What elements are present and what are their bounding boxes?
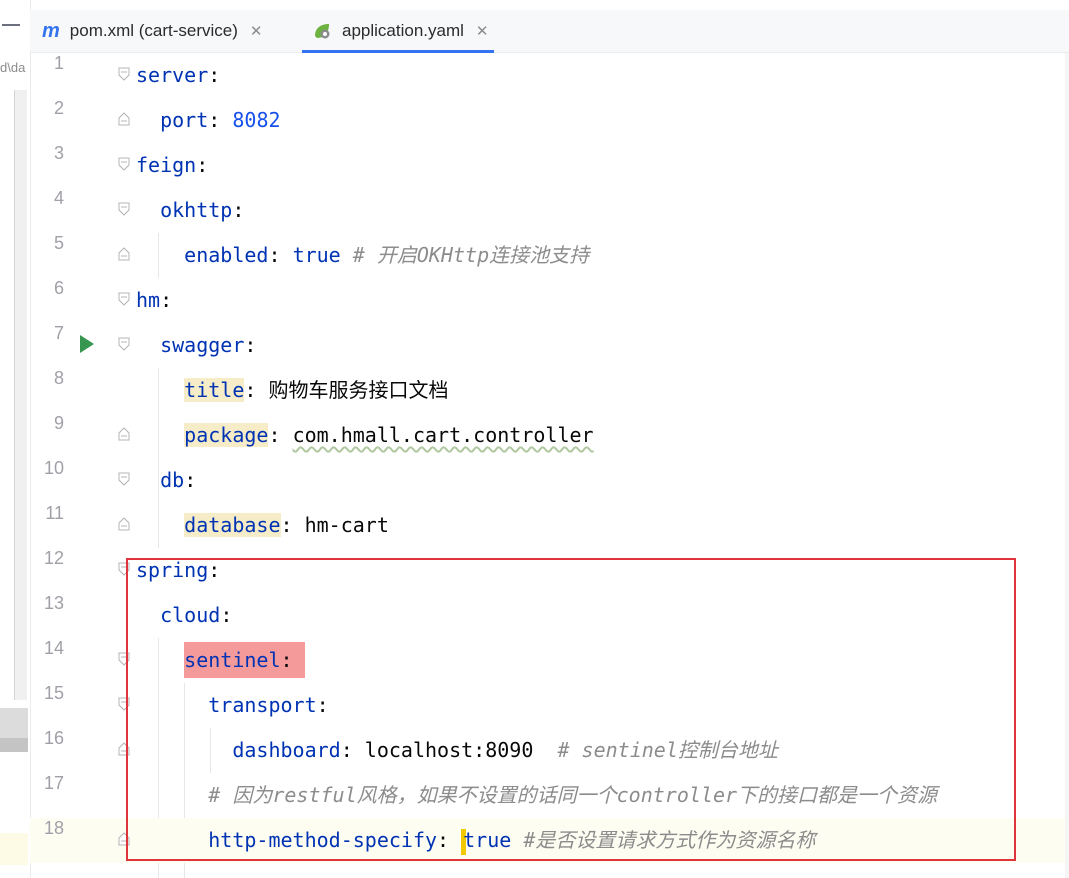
tab-label: pom.xml (cart-service) bbox=[69, 21, 238, 40]
line-number: 4 bbox=[53, 188, 64, 208]
code-line[interactable]: 17 # 因为restful风格，如果不设置的话同一个controller下的接… bbox=[30, 773, 1069, 818]
yaml-key: enabled bbox=[184, 243, 269, 267]
line-number: 15 bbox=[43, 683, 64, 703]
line-number: 14 bbox=[43, 638, 64, 658]
tab-label: application.yaml bbox=[342, 21, 464, 40]
tab-application-yaml[interactable]: application.yaml ✕ bbox=[301, 10, 495, 53]
code-line[interactable]: 3 feign: bbox=[30, 143, 1069, 188]
line-number: 7 bbox=[53, 323, 64, 343]
yaml-value: true bbox=[292, 243, 341, 267]
close-icon[interactable]: ✕ bbox=[476, 22, 489, 40]
line-number: 1 bbox=[53, 53, 64, 73]
code-line[interactable]: 16 dashboard: localhost:8090 # sentinel控… bbox=[30, 728, 1069, 773]
yaml-key: db bbox=[160, 468, 185, 492]
tree-selection-handle[interactable] bbox=[0, 738, 28, 752]
code-line[interactable]: 13 cloud: bbox=[30, 593, 1069, 638]
code-line[interactable]: 11 database: hm-cart bbox=[30, 503, 1069, 548]
yaml-key: swagger bbox=[160, 333, 245, 357]
yaml-value: 8082 bbox=[232, 108, 281, 132]
yaml-comment: # 开启OKHttp连接池支持 bbox=[352, 243, 590, 267]
sentinel-highlight: sentinel: bbox=[184, 642, 305, 678]
fold-open-icon[interactable] bbox=[118, 292, 130, 306]
code-line[interactable]: 10 db: bbox=[30, 458, 1069, 503]
code-line[interactable]: 9 package: com.hmall.cart.controller bbox=[30, 413, 1069, 458]
fold-open-icon[interactable] bbox=[118, 562, 130, 576]
line-number: 5 bbox=[53, 233, 64, 253]
yaml-value: com.hmall.cart.controller bbox=[292, 423, 594, 447]
yaml-key: port bbox=[160, 108, 209, 132]
line-number: 8 bbox=[53, 368, 64, 388]
yaml-key: database bbox=[184, 513, 281, 537]
yaml-key: spring bbox=[136, 558, 209, 582]
code-line[interactable]: 14 sentinel: bbox=[30, 638, 1069, 683]
yaml-value: hm-cart bbox=[304, 513, 389, 537]
yaml-key: cloud bbox=[160, 603, 221, 627]
project-panel-edge: d\da bbox=[0, 0, 31, 878]
spring-leaf-icon bbox=[315, 24, 330, 39]
yaml-value: 购物车服务接口文档 bbox=[268, 378, 449, 402]
line-number: 18 bbox=[43, 818, 64, 838]
line-number: 13 bbox=[43, 593, 64, 613]
yaml-key: dashboard bbox=[232, 738, 341, 762]
yaml-value: localhost:8090 bbox=[364, 738, 534, 762]
fold-open-icon[interactable] bbox=[118, 472, 130, 486]
yaml-key: feign bbox=[136, 153, 197, 177]
collapse-icon[interactable] bbox=[2, 24, 20, 26]
yaml-key: sentinel bbox=[184, 648, 281, 672]
tab-pom-xml[interactable]: m pom.xml (cart-service) ✕ bbox=[42, 10, 263, 52]
line-number: 6 bbox=[53, 278, 64, 298]
yaml-key: transport bbox=[208, 693, 317, 717]
fold-end-icon[interactable] bbox=[118, 742, 130, 756]
run-icon[interactable] bbox=[80, 335, 94, 353]
fold-end-icon[interactable] bbox=[118, 112, 130, 126]
line-number: 2 bbox=[53, 98, 64, 118]
line-number: 3 bbox=[53, 143, 64, 163]
code-line[interactable]: 7 swagger: bbox=[30, 323, 1069, 368]
code-line[interactable]: 8 title: 购物车服务接口文档 bbox=[30, 368, 1069, 413]
panel-scrollbar[interactable] bbox=[14, 90, 27, 700]
yaml-key: package bbox=[184, 423, 269, 447]
code-line[interactable]: 12 spring: bbox=[30, 548, 1069, 593]
breadcrumb: d\da bbox=[0, 60, 26, 75]
fold-open-icon[interactable] bbox=[118, 157, 130, 171]
fold-open-icon[interactable] bbox=[118, 652, 130, 666]
fold-end-icon[interactable] bbox=[118, 517, 130, 531]
code-line[interactable]: 15 transport: bbox=[30, 683, 1069, 728]
tree-selection[interactable] bbox=[0, 708, 28, 738]
code-line-current[interactable]: 18 http-method-specify: true #是否设置请求方式作为… bbox=[30, 818, 1069, 863]
code-line[interactable]: 4 okhttp: bbox=[30, 188, 1069, 233]
line-number: 16 bbox=[43, 728, 64, 748]
yaml-comment: #是否设置请求方式作为资源名称 bbox=[523, 828, 816, 852]
yaml-comment: # 因为restful风格，如果不设置的话同一个controller下的接口都是… bbox=[208, 783, 938, 807]
editor-scrollbar[interactable] bbox=[1065, 53, 1069, 878]
yaml-key: title bbox=[184, 378, 245, 402]
code-editor[interactable]: 1 server: 2 port: 8082 3 feign: 4 okhttp… bbox=[30, 53, 1069, 878]
yaml-key: http-method-specify bbox=[208, 828, 438, 852]
line-number: 12 bbox=[43, 548, 64, 568]
fold-end-icon[interactable] bbox=[118, 247, 130, 261]
line-number: 17 bbox=[43, 773, 64, 793]
fold-end-icon[interactable] bbox=[118, 832, 130, 846]
fold-open-icon[interactable] bbox=[118, 337, 130, 351]
fold-end-icon[interactable] bbox=[118, 427, 130, 441]
yaml-key: hm bbox=[136, 288, 161, 312]
fold-open-icon[interactable] bbox=[118, 202, 130, 216]
line-number: 11 bbox=[45, 503, 64, 523]
maven-m-icon: m bbox=[42, 19, 60, 42]
fold-open-icon[interactable] bbox=[118, 67, 130, 81]
fold-open-icon[interactable] bbox=[118, 697, 130, 711]
code-line[interactable]: 6 hm: bbox=[30, 278, 1069, 323]
code-line[interactable]: 5 enabled: true # 开启OKHttp连接池支持 bbox=[30, 233, 1069, 278]
code-line[interactable]: 1 server: bbox=[30, 53, 1069, 98]
editor-tab-bar: m pom.xml (cart-service) ✕ application.y… bbox=[30, 10, 1069, 53]
code-line[interactable]: 2 port: 8082 bbox=[30, 98, 1069, 143]
yaml-value: true bbox=[463, 828, 512, 852]
close-icon[interactable]: ✕ bbox=[250, 22, 263, 40]
yaml-key: server bbox=[136, 63, 209, 87]
tree-current-row bbox=[0, 833, 28, 865]
yaml-key: okhttp bbox=[160, 198, 233, 222]
yaml-comment: # sentinel控制台地址 bbox=[557, 738, 778, 762]
line-number: 10 bbox=[43, 458, 64, 478]
line-number: 9 bbox=[53, 413, 64, 433]
